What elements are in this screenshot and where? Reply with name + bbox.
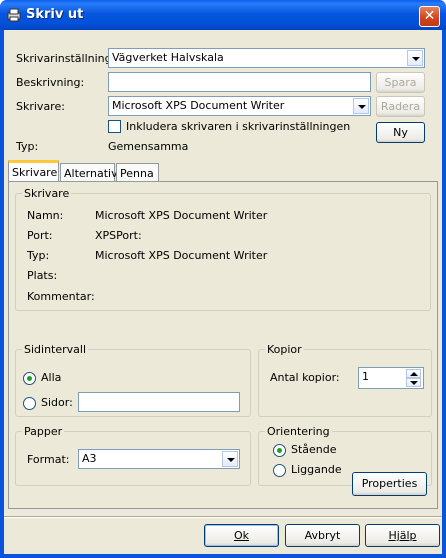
copies-count-stepper[interactable]: 1 bbox=[358, 367, 424, 389]
printer-label: Skrivare: bbox=[16, 100, 65, 113]
new-button[interactable]: Ny bbox=[376, 122, 425, 143]
pages-input[interactable] bbox=[78, 392, 240, 412]
chevron-down-icon[interactable] bbox=[353, 98, 369, 114]
spin-down-icon[interactable] bbox=[406, 378, 421, 387]
delete-button[interactable]: Radera bbox=[376, 96, 425, 117]
landscape-label: Liggande bbox=[291, 463, 342, 476]
name-label: Namn: bbox=[27, 209, 64, 222]
paper-group: Papper Format: A3 bbox=[15, 425, 251, 486]
comment-label: Kommentar: bbox=[27, 290, 95, 303]
type-row-value: Microsoft XPS Document Writer bbox=[95, 249, 268, 262]
tab-printer[interactable]: Skrivare bbox=[8, 160, 59, 183]
landscape-radio[interactable] bbox=[273, 464, 286, 477]
orientation-title: Orientering bbox=[265, 425, 332, 438]
description-label: Beskrivning: bbox=[16, 76, 85, 89]
format-label: Format: bbox=[27, 453, 70, 466]
page-range-group: Sidintervall Alla Sidor: bbox=[15, 343, 251, 417]
help-button[interactable]: Hjälp bbox=[365, 524, 440, 547]
setting-combobox[interactable]: Vägverket Halvskala bbox=[108, 48, 425, 68]
cancel-button[interactable]: Avbryt bbox=[285, 524, 360, 547]
port-value: XPSPort: bbox=[95, 229, 142, 242]
type-label: Typ: bbox=[16, 140, 39, 153]
tab-options[interactable]: Alternativ bbox=[60, 163, 118, 183]
title-bar[interactable]: Skriv ut ✕ bbox=[0, 0, 446, 30]
help-button-label: Hjälp bbox=[388, 529, 417, 542]
port-label: Port: bbox=[27, 229, 53, 242]
name-value: Microsoft XPS Document Writer bbox=[95, 209, 268, 222]
close-icon: ✕ bbox=[423, 8, 436, 24]
copies-count-label: Antal kopior: bbox=[270, 371, 340, 384]
copies-group: Kopior Antal kopior: 1 bbox=[258, 343, 432, 417]
pages-radio[interactable] bbox=[23, 397, 36, 410]
window-title: Skriv ut bbox=[26, 7, 84, 22]
tab-panel: Skrivare Namn: Microsoft XPS Document Wr… bbox=[8, 181, 438, 509]
pages-label: Sidor: bbox=[41, 396, 73, 409]
chevron-down-icon[interactable] bbox=[407, 50, 423, 66]
format-value: A3 bbox=[82, 452, 97, 465]
printer-icon bbox=[6, 7, 22, 23]
printer-group: Skrivare Namn: Microsoft XPS Document Wr… bbox=[15, 187, 431, 311]
all-pages-label: Alla bbox=[41, 371, 62, 384]
paper-title: Papper bbox=[22, 425, 65, 438]
copies-count-value: 1 bbox=[362, 370, 369, 383]
all-pages-radio[interactable] bbox=[23, 372, 36, 385]
ok-button-label: Ok bbox=[233, 529, 250, 542]
include-printer-checkbox[interactable] bbox=[108, 120, 121, 133]
location-label: Plats: bbox=[27, 269, 58, 282]
footer-divider bbox=[4, 516, 442, 518]
page-range-title: Sidintervall bbox=[22, 343, 89, 356]
close-button[interactable]: ✕ bbox=[419, 6, 440, 27]
spin-up-icon[interactable] bbox=[406, 369, 421, 378]
print-dialog-window: Skriv ut ✕ Skrivarinställning: Vägverket… bbox=[0, 0, 446, 558]
include-printer-label: Inkludera skrivaren i skrivarinställning… bbox=[126, 120, 351, 133]
tab-pen[interactable]: Penna bbox=[116, 163, 159, 183]
description-field[interactable] bbox=[108, 72, 371, 92]
type-row-label: Typ: bbox=[27, 249, 50, 262]
save-button[interactable]: Spara bbox=[376, 72, 425, 93]
copies-title: Kopior bbox=[265, 343, 304, 356]
portrait-label: Stående bbox=[291, 443, 337, 456]
format-combobox[interactable]: A3 bbox=[78, 449, 240, 469]
chevron-down-icon[interactable] bbox=[222, 451, 238, 467]
dialog-client: Skrivarinställning: Vägverket Halvskala … bbox=[4, 30, 442, 554]
setting-label: Skrivarinställning: bbox=[16, 52, 116, 65]
printer-combobox[interactable]: Microsoft XPS Document Writer bbox=[108, 96, 371, 116]
properties-button[interactable]: Properties bbox=[352, 472, 427, 496]
type-value: Gemensamma bbox=[108, 140, 189, 153]
setting-value: Vägverket Halvskala bbox=[112, 51, 224, 64]
printer-value: Microsoft XPS Document Writer bbox=[112, 99, 285, 112]
spinner-icon[interactable] bbox=[406, 369, 422, 388]
portrait-radio[interactable] bbox=[273, 444, 286, 457]
ok-button[interactable]: Ok bbox=[204, 524, 279, 547]
printer-group-title: Skrivare bbox=[22, 187, 72, 200]
